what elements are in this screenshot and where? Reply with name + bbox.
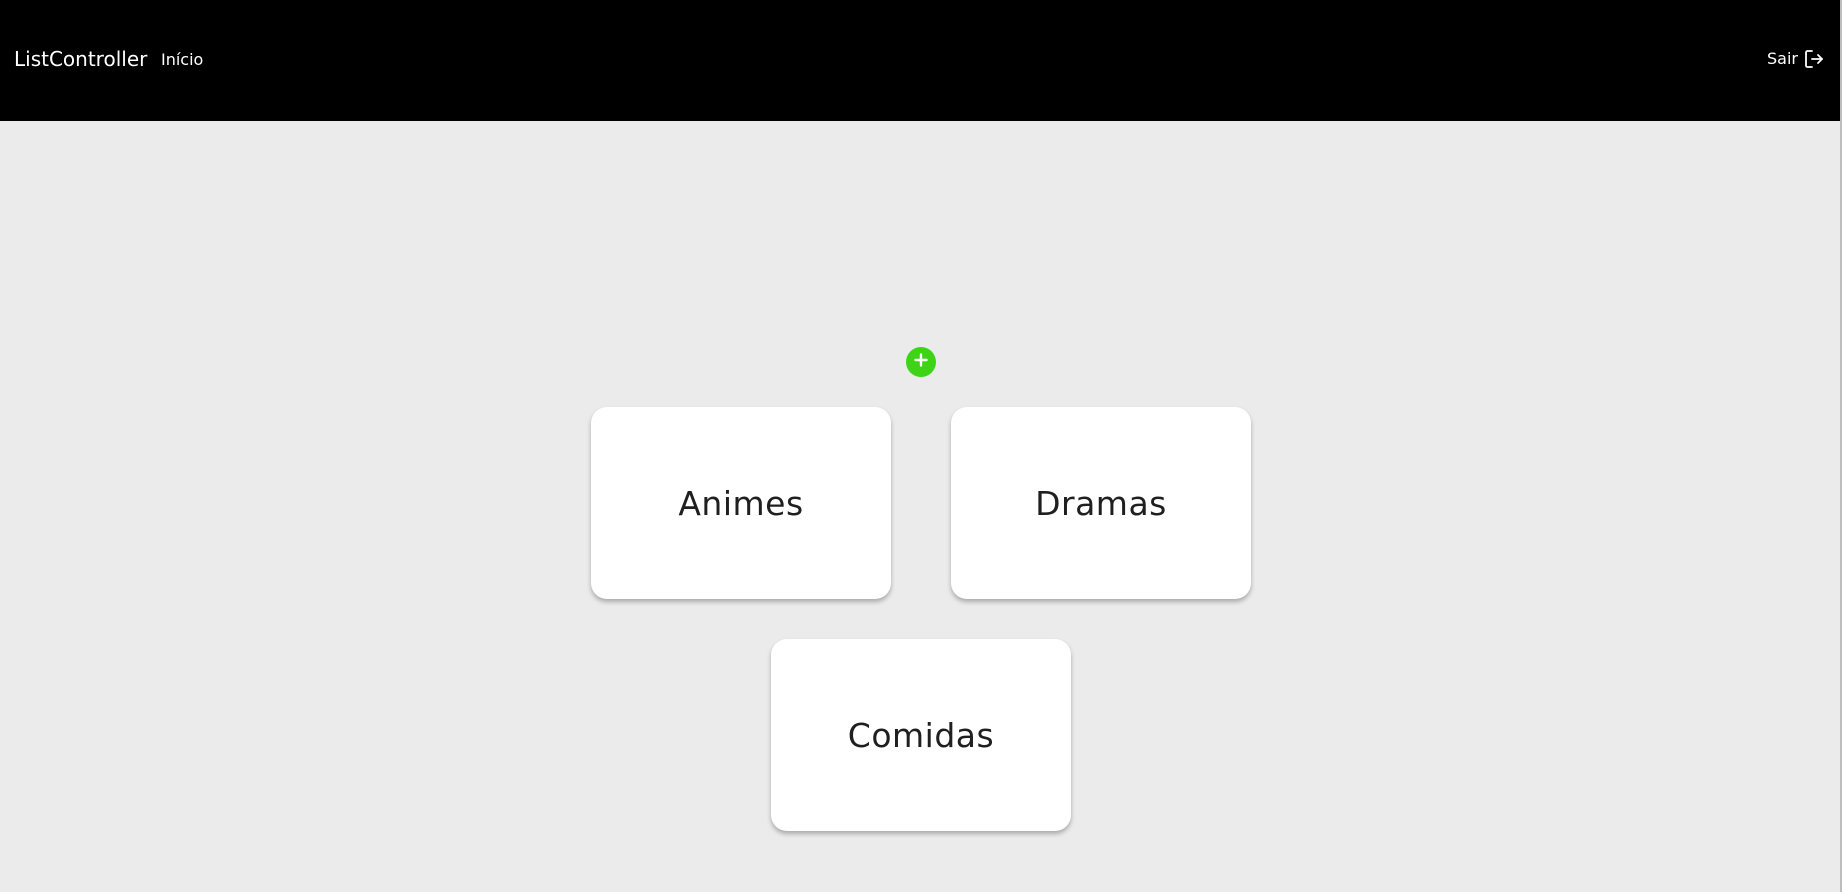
logout-button[interactable]: Sair [1767,46,1824,72]
add-list-button[interactable] [906,347,936,377]
card-label: Comidas [847,715,995,755]
nav-link-home[interactable]: Início [161,49,203,71]
card-label: Animes [678,483,804,523]
list-card-dramas[interactable]: Dramas [951,407,1251,599]
list-card-comidas[interactable]: Comidas [771,639,1071,831]
plus-icon [913,352,929,372]
logout-label: Sair [1767,49,1798,68]
card-label: Dramas [1035,483,1167,523]
top-navbar: ListController Início Sair [0,0,1840,121]
brand-title[interactable]: ListController [14,46,147,72]
logout-icon [1804,49,1824,69]
list-card-animes[interactable]: Animes [591,407,891,599]
